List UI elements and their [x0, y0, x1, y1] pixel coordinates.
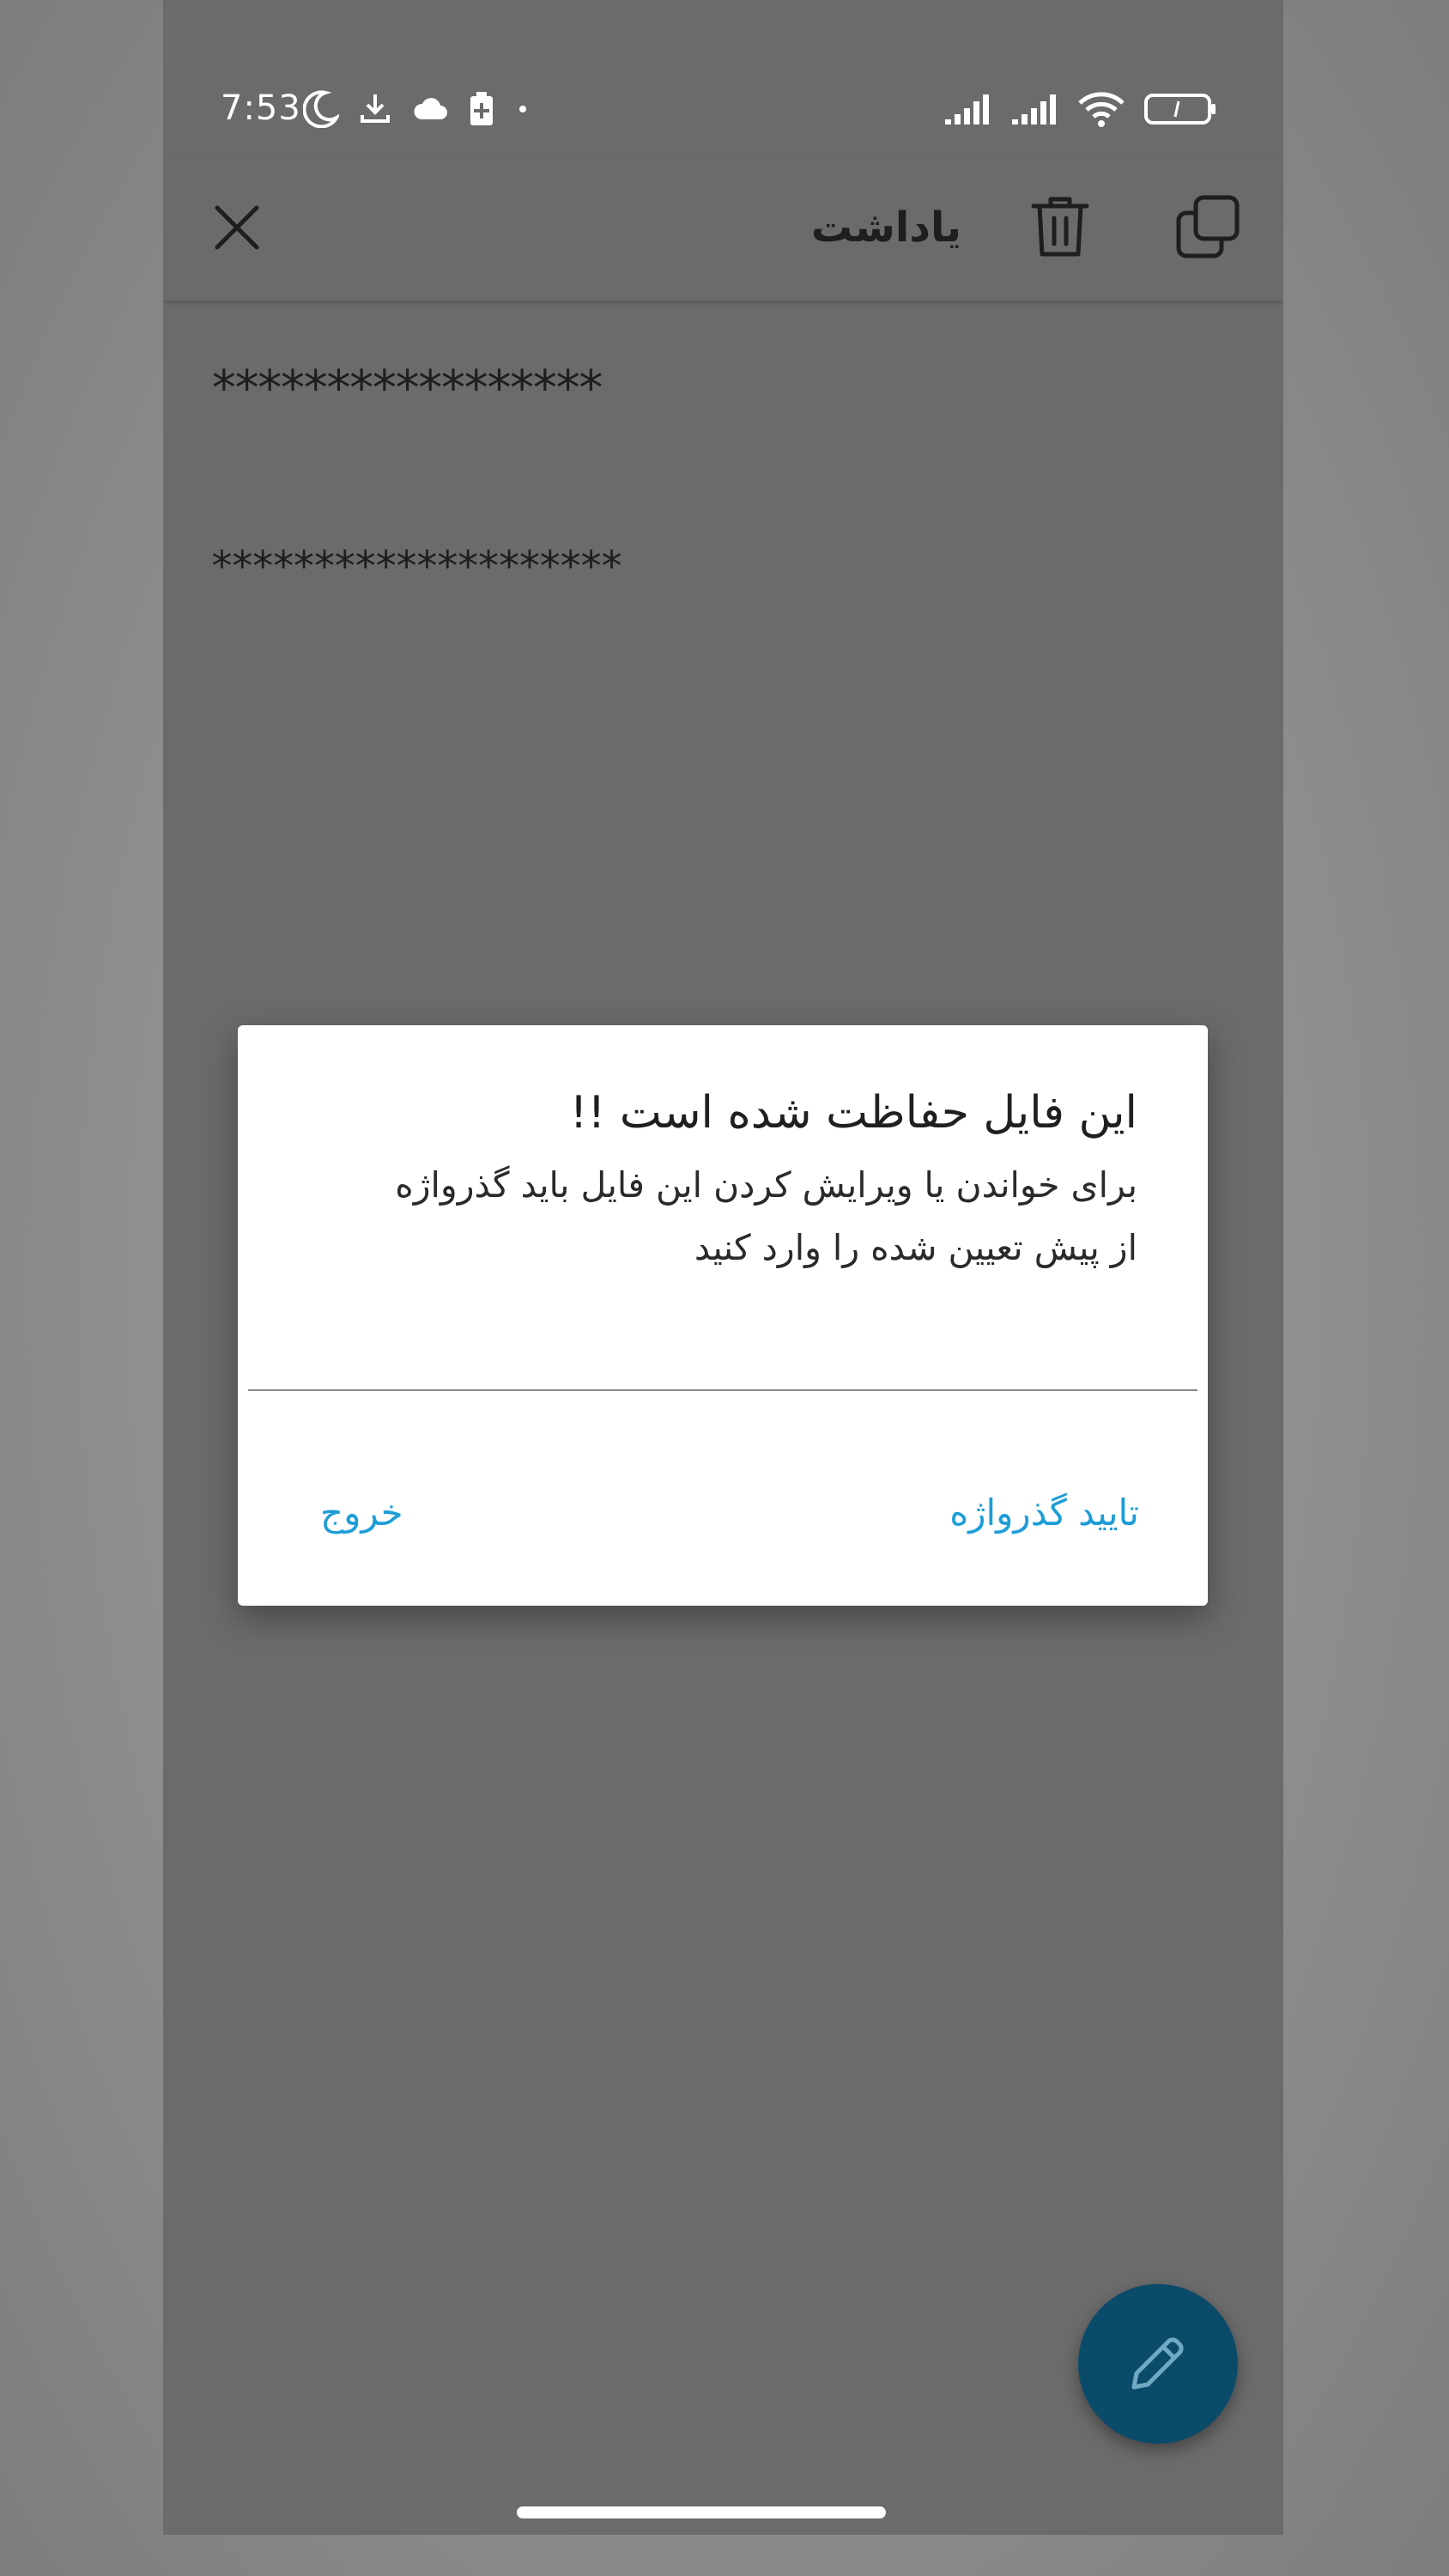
dialog-title: این فایل حفاظت شده است !! — [569, 1087, 1137, 1139]
status-bar: 7:53 — [163, 0, 1283, 155]
app-title: یاداشت — [810, 204, 961, 252]
signal-icon — [943, 92, 991, 126]
note-text-line: ******************** — [209, 543, 624, 591]
signal-icon — [1010, 92, 1058, 126]
note-text-line: ***************** — [209, 361, 605, 416]
status-time: 7:53 — [221, 88, 301, 128]
dot-icon — [514, 100, 531, 118]
moon-icon — [303, 90, 339, 128]
status-right-icons — [943, 88, 1218, 131]
delete-button[interactable] — [1030, 192, 1090, 261]
cloud-icon — [411, 95, 449, 123]
battery-icon — [1144, 92, 1218, 126]
close-icon — [209, 205, 265, 258]
copy-button[interactable] — [1173, 192, 1242, 261]
exit-button[interactable]: خروج — [320, 1479, 403, 1547]
app-bar: یاداشت — [163, 155, 1283, 301]
close-button[interactable] — [209, 199, 265, 256]
edit-fab-button[interactable] — [1078, 2284, 1238, 2444]
password-dialog: این فایل حفاظت شده است !! برای خواندن یا… — [238, 1025, 1208, 1606]
status-left-icons — [303, 88, 531, 131]
dialog-message: برای خواندن یا ویرایش کردن این فایل باید… — [395, 1164, 1137, 1268]
trash-icon — [1030, 197, 1090, 264]
pencil-icon — [1125, 2330, 1191, 2398]
battery-saver-icon — [468, 90, 495, 128]
home-indicator[interactable] — [517, 2506, 886, 2518]
phone-screen: 7:53 یاداشت ***************** **********… — [163, 0, 1283, 2535]
download-icon — [358, 91, 392, 127]
copy-icon — [1173, 195, 1242, 264]
wifi-icon — [1077, 90, 1125, 128]
password-input[interactable] — [248, 1334, 1197, 1391]
confirm-password-button[interactable]: تایید گذرواژه — [949, 1479, 1139, 1547]
